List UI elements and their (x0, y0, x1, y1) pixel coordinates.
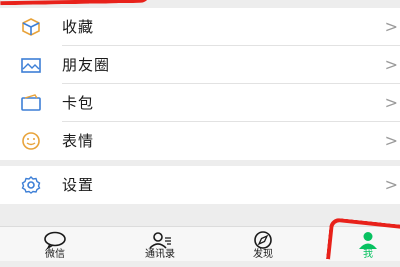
card-icon (20, 93, 42, 113)
menu-item-moments[interactable]: 朋友圈 > (0, 46, 400, 84)
tab-label: 发现 (253, 249, 273, 260)
menu-item-label: 收藏 (62, 18, 95, 36)
menu-item-stickers[interactable]: 表情 > (0, 122, 400, 160)
menu-item-label: 朋友圈 (62, 56, 111, 74)
cube-icon (20, 17, 42, 37)
contacts-icon (147, 231, 173, 249)
chevron-right-icon: > (384, 17, 398, 36)
chat-bubble-icon (42, 231, 68, 250)
menu-item-settings[interactable]: 设置 > (0, 166, 400, 204)
compass-icon (250, 231, 276, 249)
menu-group-main: 收藏 > 朋友圈 > 卡包 > 表情 > (0, 8, 400, 160)
tab-chats[interactable]: 微信 (5, 227, 105, 261)
menu-item-label: 表情 (62, 132, 95, 150)
chevron-right-icon: > (384, 93, 398, 112)
smiley-icon (20, 131, 42, 151)
menu-item-label: 设置 (62, 176, 95, 194)
chevron-right-icon: > (384, 175, 398, 194)
menu-item-favorites[interactable]: 收藏 > (0, 8, 400, 46)
menu-item-label: 卡包 (62, 94, 95, 112)
chevron-right-icon: > (384, 131, 398, 150)
tab-label: 微信 (45, 249, 65, 260)
red-annotation-tab (326, 217, 400, 267)
menu-group-settings: 设置 > (0, 166, 400, 204)
menu-item-cards[interactable]: 卡包 > (0, 84, 400, 122)
tab-contacts[interactable]: 通讯录 (110, 227, 210, 261)
gear-icon (20, 175, 42, 195)
picture-icon (20, 55, 42, 75)
chevron-right-icon: > (384, 55, 398, 74)
tab-label: 通讯录 (145, 249, 175, 260)
tab-discover[interactable]: 发现 (213, 227, 313, 261)
